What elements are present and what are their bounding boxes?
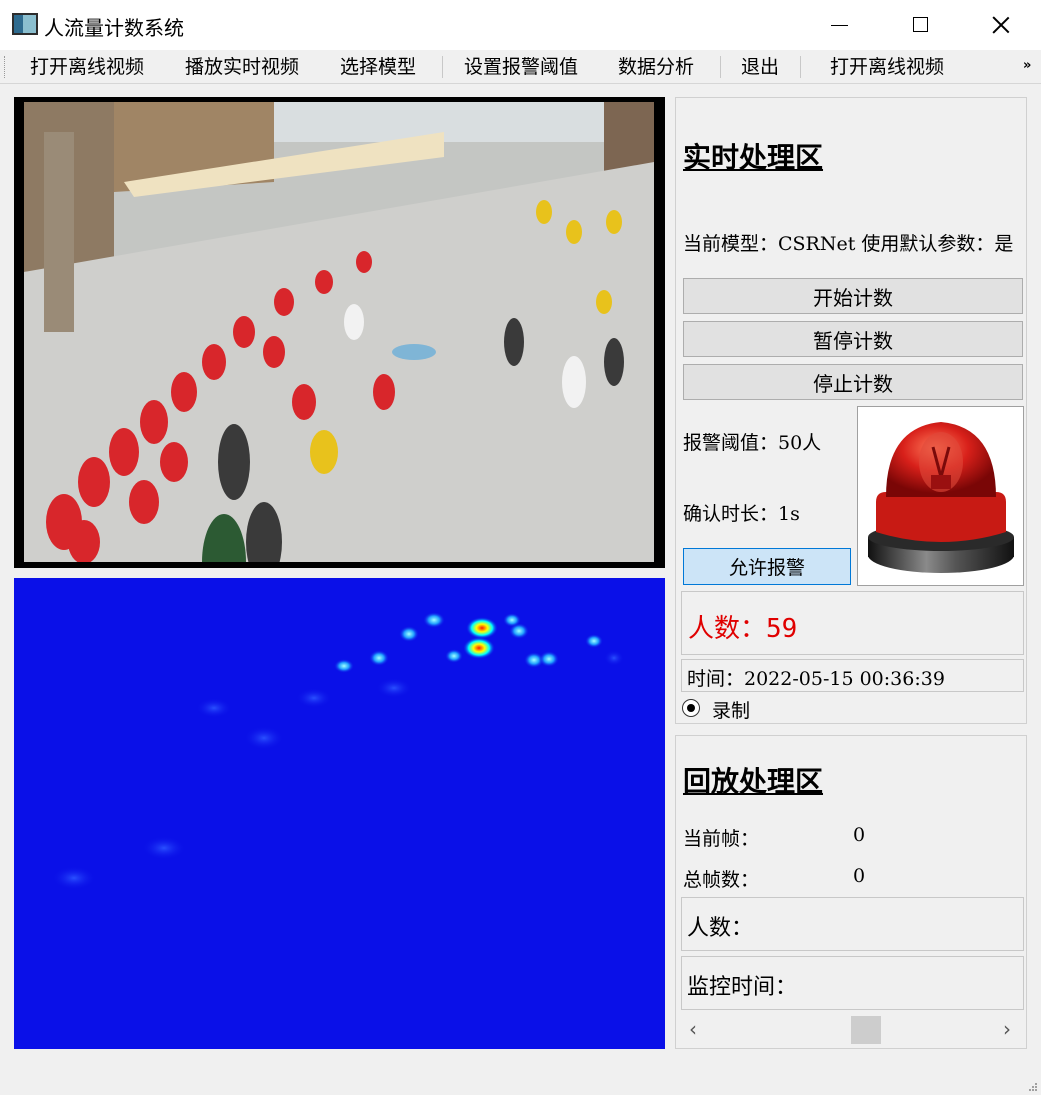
total-frames-label: 总帧数： [683, 869, 760, 891]
exit-button[interactable]: 退出 [741, 55, 779, 79]
monitor-time-display: 监控时间： [681, 956, 1024, 1010]
alarm-threshold-label: 报警阈值：50人 [683, 432, 822, 454]
total-frames-value: 0 [853, 865, 866, 887]
count-value: 59 [766, 614, 798, 644]
toolbar-grip[interactable] [4, 56, 6, 78]
record-label[interactable]: 录制 [712, 696, 750, 723]
live-count-display: 人数：59 [681, 591, 1024, 655]
play-live-video-button[interactable]: 播放实时视频 [185, 55, 299, 79]
toolbar-separator [720, 56, 721, 78]
playback-panel: 回放处理区 当前帧： 0 总帧数： 0 人数： 监控时间： ‹ › [675, 735, 1027, 1049]
close-icon[interactable] [992, 16, 1010, 34]
density-heatmap [14, 578, 665, 1049]
toolbar: 打开离线视频 播放实时视频 选择模型 设置报警阈值 数据分析 退出 打开离线视频… [0, 50, 1041, 84]
chevron-right-icon[interactable]: › [1003, 1017, 1011, 1041]
select-model-button[interactable]: 选择模型 [340, 55, 416, 79]
current-frame-value: 0 [853, 824, 866, 846]
set-alarm-threshold-button[interactable]: 设置报警阈值 [464, 55, 578, 79]
scroll-thumb[interactable] [851, 1016, 881, 1044]
allow-alarm-button[interactable]: 允许报警 [683, 548, 851, 585]
toolbar-overflow-icon[interactable]: » [1023, 58, 1031, 73]
density-heatmap-image [14, 578, 665, 1049]
start-count-button[interactable]: 开始计数 [683, 278, 1023, 314]
stop-count-button[interactable]: 停止计数 [683, 364, 1023, 400]
alarm-beacon-icon [868, 422, 1014, 573]
realtime-panel: 实时处理区 当前模型：CSRNet 使用默认参数：是 开始计数 暂停计数 停止计… [675, 97, 1027, 724]
count-label: 人数： [688, 614, 767, 644]
minimize-icon[interactable] [831, 25, 848, 26]
alarm-indicator [857, 406, 1024, 586]
realtime-section-title: 实时处理区 [683, 141, 824, 174]
confirm-duration-label: 确认时长：1s [683, 503, 800, 525]
record-radio[interactable] [682, 699, 700, 717]
playback-count-display: 人数： [681, 897, 1024, 951]
app-icon [12, 13, 38, 35]
chevron-left-icon[interactable]: ‹ [689, 1017, 697, 1041]
live-video-view [14, 97, 665, 568]
resize-grip-icon[interactable] [1028, 1082, 1038, 1092]
open-offline-video-button[interactable]: 打开离线视频 [30, 55, 144, 79]
current-frame-label: 当前帧： [683, 828, 760, 850]
maximize-icon[interactable] [913, 17, 928, 32]
title-bar: 人流量计数系统 [0, 0, 1041, 50]
toolbar-separator [800, 56, 801, 78]
monitor-time-label: 监控时间： [687, 975, 798, 1000]
playback-count-label: 人数： [687, 916, 754, 941]
toolbar-separator [442, 56, 443, 78]
window-title: 人流量计数系统 [44, 16, 184, 40]
current-model-label: 当前模型：CSRNet 使用默认参数：是 [683, 233, 1014, 255]
time-display: 时间：2022-05-15 00:36:39 [681, 659, 1024, 692]
pause-count-button[interactable]: 暂停计数 [683, 321, 1023, 357]
open-offline-video-button-2[interactable]: 打开离线视频 [830, 55, 944, 79]
data-analysis-button[interactable]: 数据分析 [618, 55, 694, 79]
time-label: 时间：2022-05-15 00:36:39 [687, 668, 945, 690]
crowd-video-frame [24, 102, 654, 562]
crowd-scene-image [24, 102, 654, 562]
playback-section-title: 回放处理区 [683, 765, 824, 798]
playback-scrollbar[interactable]: ‹ › [681, 1014, 1024, 1046]
